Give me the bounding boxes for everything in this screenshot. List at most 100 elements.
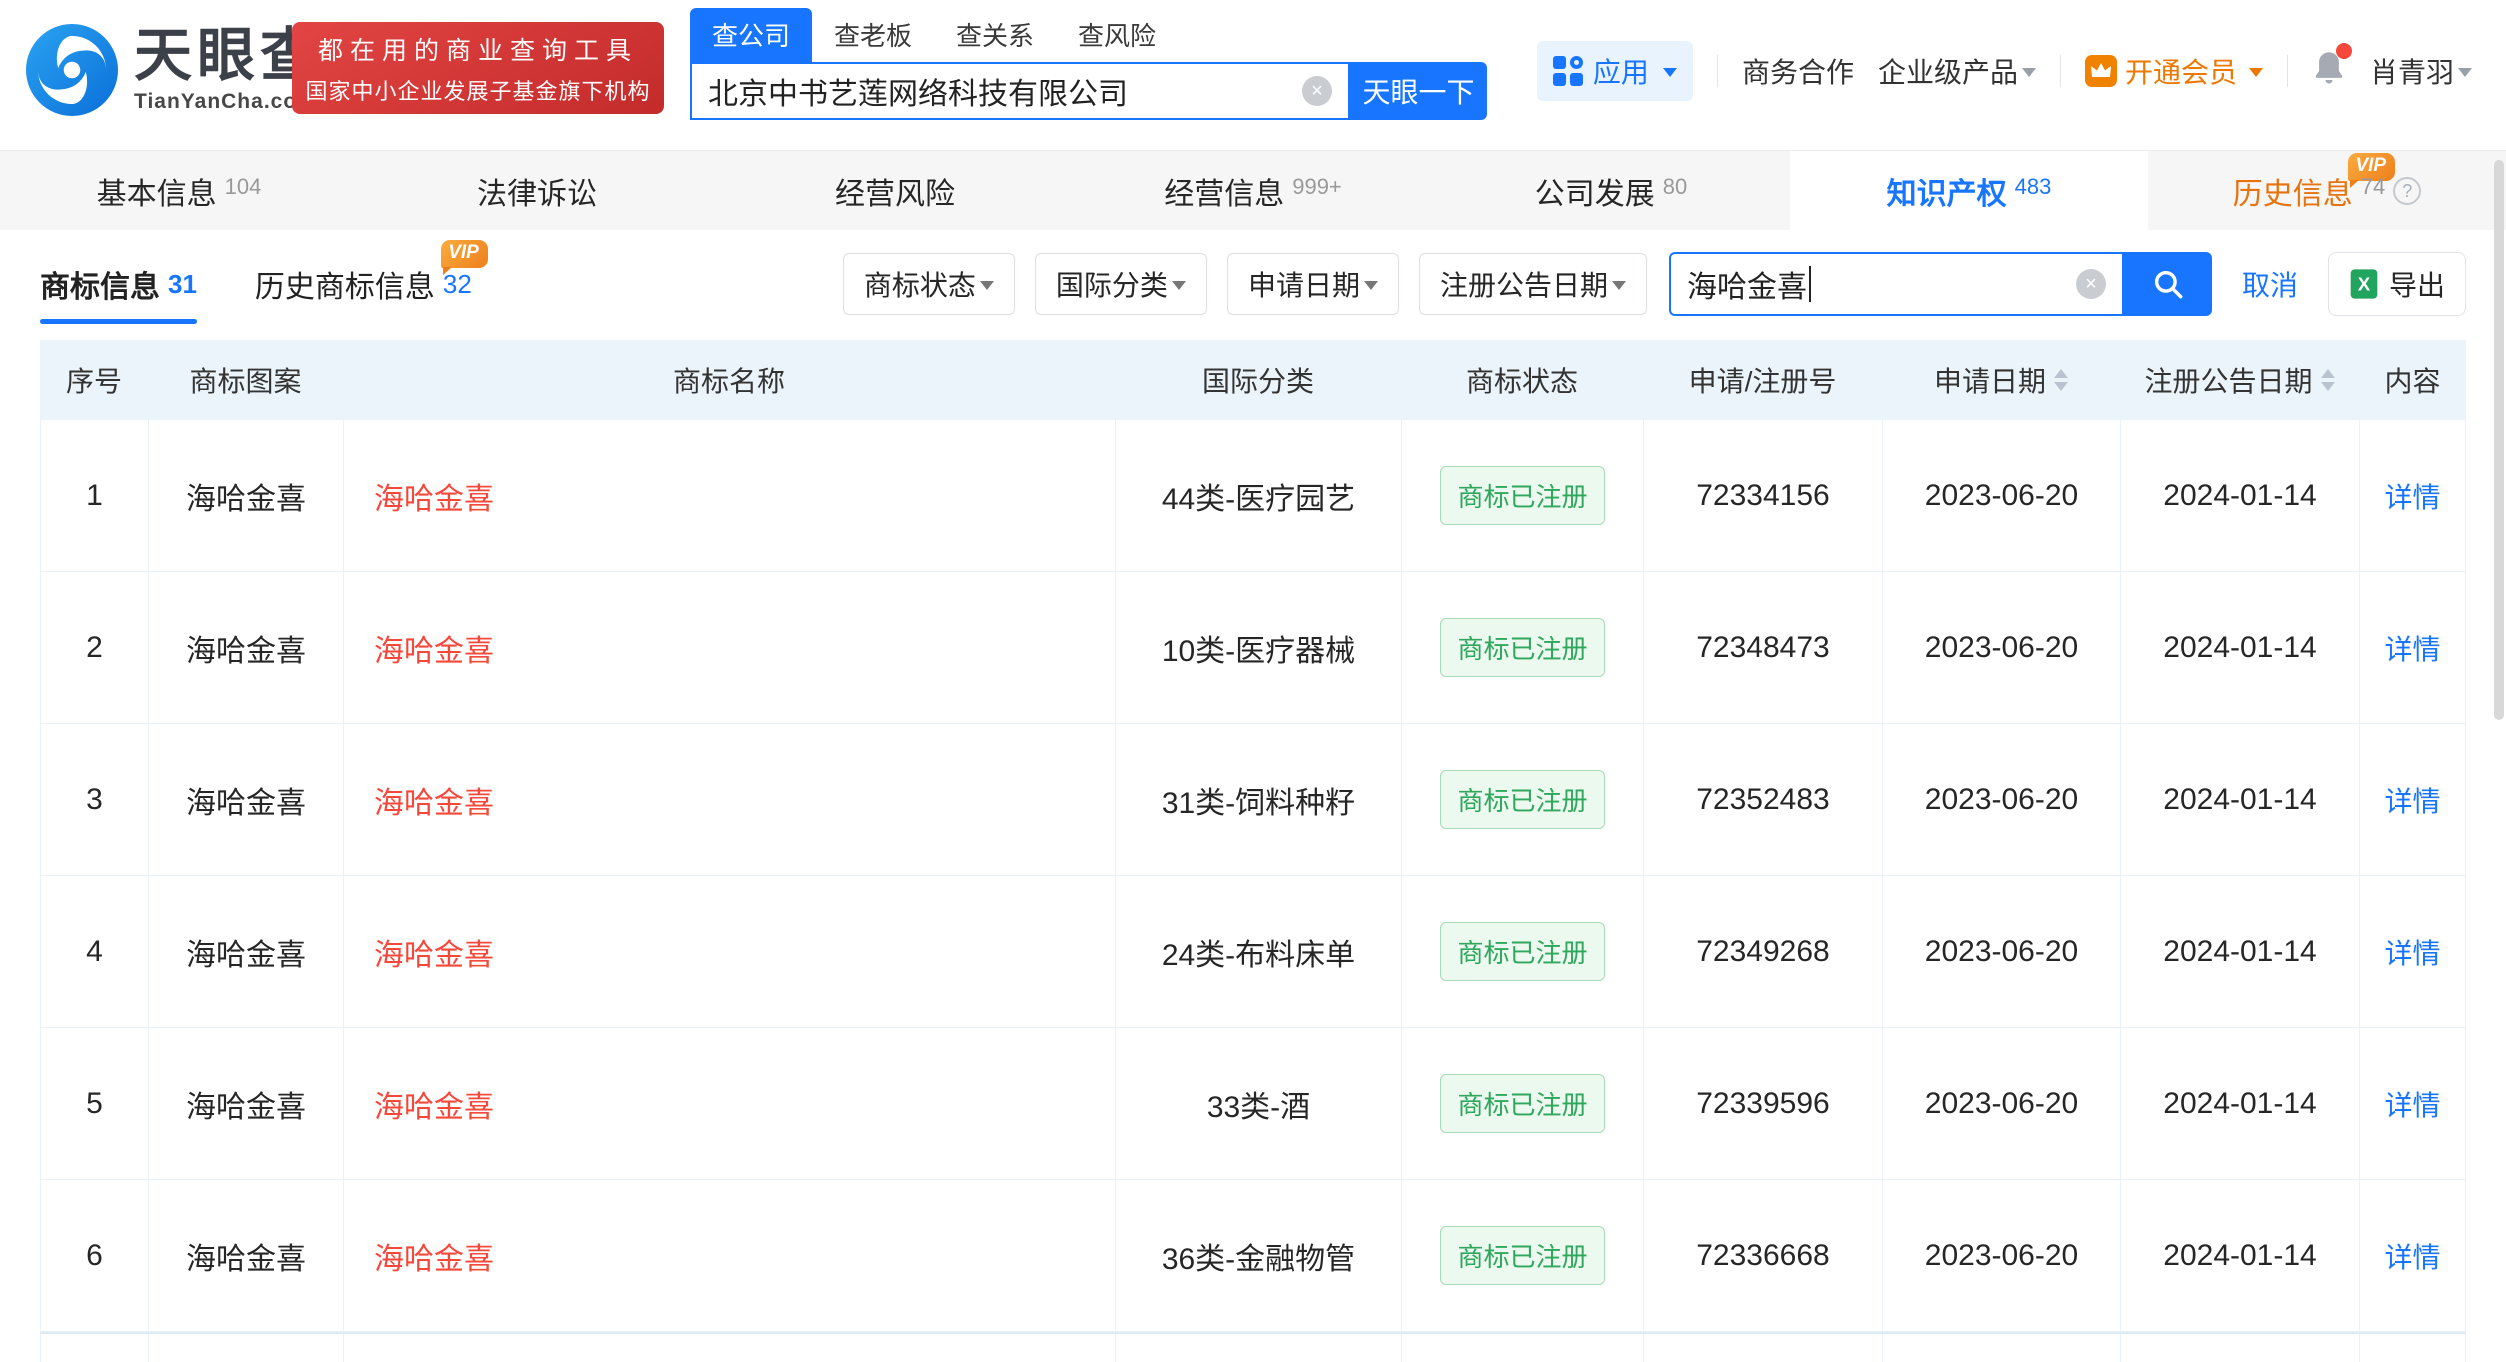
cell-detail: 详情: [2359, 420, 2466, 571]
keyword-input[interactable]: 海哈金喜 ×: [1668, 252, 2124, 316]
tab-basic-info[interactable]: 基本信息 104: [0, 151, 358, 230]
cell-index: 6: [40, 1180, 148, 1331]
excel-icon: X: [2350, 269, 2378, 299]
cell-apply-date: 2023-06-20: [1882, 724, 2120, 875]
search-tab-company[interactable]: 查公司: [690, 8, 813, 62]
subtab-trademark-info[interactable]: 商标信息 31: [40, 244, 197, 324]
col-header-index: 序号: [65, 366, 122, 397]
nav-enterprise-label: 企业级产品: [1877, 57, 2018, 88]
cell-reg-pub-date: 2024-01-14: [2120, 724, 2359, 875]
tab-label: 经营信息: [1164, 177, 1285, 211]
clear-keyword-icon[interactable]: ×: [2075, 269, 2106, 299]
cell-mark-image[interactable]: 海哈金喜: [148, 876, 343, 1027]
col-header-label: 注册公告日期: [2144, 366, 2313, 397]
table-row: 5 海哈金喜 海哈金喜 33类-酒 商标已注册 72339596 2023-06…: [40, 1028, 2466, 1180]
cell-mark-name[interactable]: 海哈金喜: [343, 876, 1115, 1027]
cell-intl-class: 31类-饲料种籽: [1115, 724, 1401, 875]
cell-app-reg-no: 72349268: [1643, 876, 1882, 1027]
detail-link[interactable]: 详情: [2384, 780, 2440, 820]
clear-search-icon[interactable]: ×: [1302, 76, 1332, 106]
sort-icon[interactable]: [2320, 369, 2335, 391]
nav-cooperation[interactable]: 商务合作: [1742, 51, 1854, 91]
tab-operation-info[interactable]: 经营信息 999+: [1074, 151, 1432, 230]
search-tab-relation[interactable]: 查关系: [934, 8, 1056, 62]
nav-divider: [1716, 55, 1718, 87]
cell-intl-class: 33类-酒: [1115, 1028, 1401, 1179]
cell-mark-image[interactable]: 海哈金喜: [148, 1180, 343, 1331]
col-header-app-reg-no: 申请/注册号: [1688, 366, 1837, 397]
cell-mark-image[interactable]: 海哈金喜: [148, 724, 343, 875]
cell-mark-image[interactable]: 海哈金喜: [148, 572, 343, 723]
col-header-status: 商标状态: [1465, 366, 1578, 397]
cell-app-reg-no: 72339596: [1643, 1028, 1882, 1179]
table-row: 1 海哈金喜 海哈金喜 44类-医疗园艺 商标已注册 72334156 2023…: [40, 420, 2466, 572]
tab-legal-proceedings[interactable]: 法律诉讼: [358, 151, 716, 230]
cell-app-reg-no: 72352483: [1643, 724, 1882, 875]
filter-registration-pub-date[interactable]: 注册公告日期: [1418, 253, 1647, 315]
nav-enterprise[interactable]: 企业级产品: [1878, 51, 2036, 91]
cell-apply-date: 2023-06-20: [1882, 1028, 2120, 1179]
cell-detail: 详情: [2359, 1180, 2466, 1331]
search-icon: [2154, 270, 2183, 299]
detail-link[interactable]: 详情: [2384, 1236, 2440, 1276]
cell-mark-name[interactable]: 海哈金喜: [343, 1028, 1115, 1179]
detail-link[interactable]: 详情: [2384, 628, 2440, 668]
col-header-reg-pub-date[interactable]: 注册公告日期: [2120, 340, 2359, 420]
col-header-label: 申请日期: [1933, 366, 2046, 397]
cell-mark-name[interactable]: 海哈金喜: [343, 1180, 1115, 1331]
notifications-button[interactable]: [2312, 42, 2352, 94]
cell-mark-image[interactable]: 海哈金喜: [148, 1028, 343, 1179]
export-button[interactable]: X 导出: [2327, 252, 2466, 316]
cell-mark-image[interactable]: 海哈金喜: [148, 420, 343, 571]
cancel-search-link[interactable]: 取消: [2242, 264, 2298, 304]
filter-label: 商标状态: [863, 270, 976, 301]
search-tab-boss[interactable]: 查老板: [812, 8, 934, 62]
keyword-search-button[interactable]: [2123, 252, 2212, 316]
tianyancha-logo[interactable]: 天眼查 TianYanCha.com: [26, 24, 323, 116]
tab-company-development[interactable]: 公司发展 80: [1432, 151, 1790, 230]
table-row: 3 海哈金喜 海哈金喜 31类-饲料种籽 商标已注册 72352483 2023…: [40, 724, 2466, 876]
detail-link[interactable]: 详情: [2384, 1084, 2440, 1124]
detail-link[interactable]: 详情: [2384, 932, 2440, 972]
cell-mark-name[interactable]: 海哈金喜: [343, 724, 1115, 875]
filter-trademark-status[interactable]: 商标状态: [842, 253, 1015, 315]
search-tab-risk[interactable]: 查风险: [1056, 8, 1178, 62]
global-search: 查公司 查老板 查关系 查风险 北京中书艺莲网络科技有限公司 × 天眼一下: [690, 8, 1487, 120]
top-header: 天眼查 TianYanCha.com 都在用的商业查询工具 国家中小企业发展子基…: [0, 0, 2506, 150]
open-vip-button[interactable]: 开通会员: [2084, 51, 2263, 91]
table-body: 1 海哈金喜 海哈金喜 44类-医疗园艺 商标已注册 72334156 2023…: [40, 420, 2466, 1332]
col-header-apply-date[interactable]: 申请日期: [1882, 340, 2120, 420]
scrollbar-thumb[interactable]: [2494, 160, 2504, 720]
user-menu[interactable]: 肖青羽: [2370, 51, 2472, 91]
promo-line-2: 国家中小企业发展子基金旗下机构: [305, 78, 651, 104]
help-icon[interactable]: ?: [2393, 176, 2422, 205]
export-label: 导出: [2388, 270, 2445, 301]
apps-grid-icon: [1552, 56, 1583, 86]
subtab-label: 商标信息: [40, 271, 160, 304]
cell-intl-class: 36类-金融物管: [1115, 1180, 1401, 1331]
chevron-down-icon: [1611, 281, 1626, 297]
crown-icon: [2084, 55, 2117, 87]
search-input[interactable]: 北京中书艺莲网络科技有限公司 ×: [690, 62, 1350, 120]
sort-icon[interactable]: [2054, 369, 2068, 391]
subtab-history-trademark-info[interactable]: VIP 历史商标信息 32: [255, 240, 488, 324]
tab-intellectual-property[interactable]: 知识产权 483: [1790, 151, 2148, 230]
cell-mark-name[interactable]: 海哈金喜: [343, 572, 1115, 723]
vip-badge: VIP: [441, 240, 488, 275]
tab-count: 104: [224, 173, 262, 199]
cell-mark-name[interactable]: 海哈金喜: [343, 420, 1115, 571]
cell-detail: 详情: [2359, 572, 2466, 723]
col-header-content: 内容: [2384, 366, 2441, 397]
table-row: 2 海哈金喜 海哈金喜 10类-医疗器械 商标已注册 72348473 2023…: [40, 572, 2466, 724]
cell-status: 商标已注册: [1401, 1180, 1643, 1331]
tab-history-info[interactable]: VIP 历史信息 74 ?: [2148, 151, 2506, 230]
apps-menu[interactable]: 应用: [1536, 41, 1693, 101]
tab-label: 经营风险: [835, 177, 955, 211]
detail-link[interactable]: 详情: [2384, 476, 2440, 516]
filter-apply-date[interactable]: 申请日期: [1226, 253, 1399, 315]
filter-international-class[interactable]: 国际分类: [1034, 253, 1207, 315]
status-badge: 商标已注册: [1440, 770, 1605, 829]
table-row: 6 海哈金喜 海哈金喜 36类-金融物管 商标已注册 72336668 2023…: [40, 1180, 2466, 1332]
search-submit-button[interactable]: 天眼一下: [1350, 62, 1487, 120]
tab-operation-risk[interactable]: 经营风险: [716, 151, 1074, 230]
